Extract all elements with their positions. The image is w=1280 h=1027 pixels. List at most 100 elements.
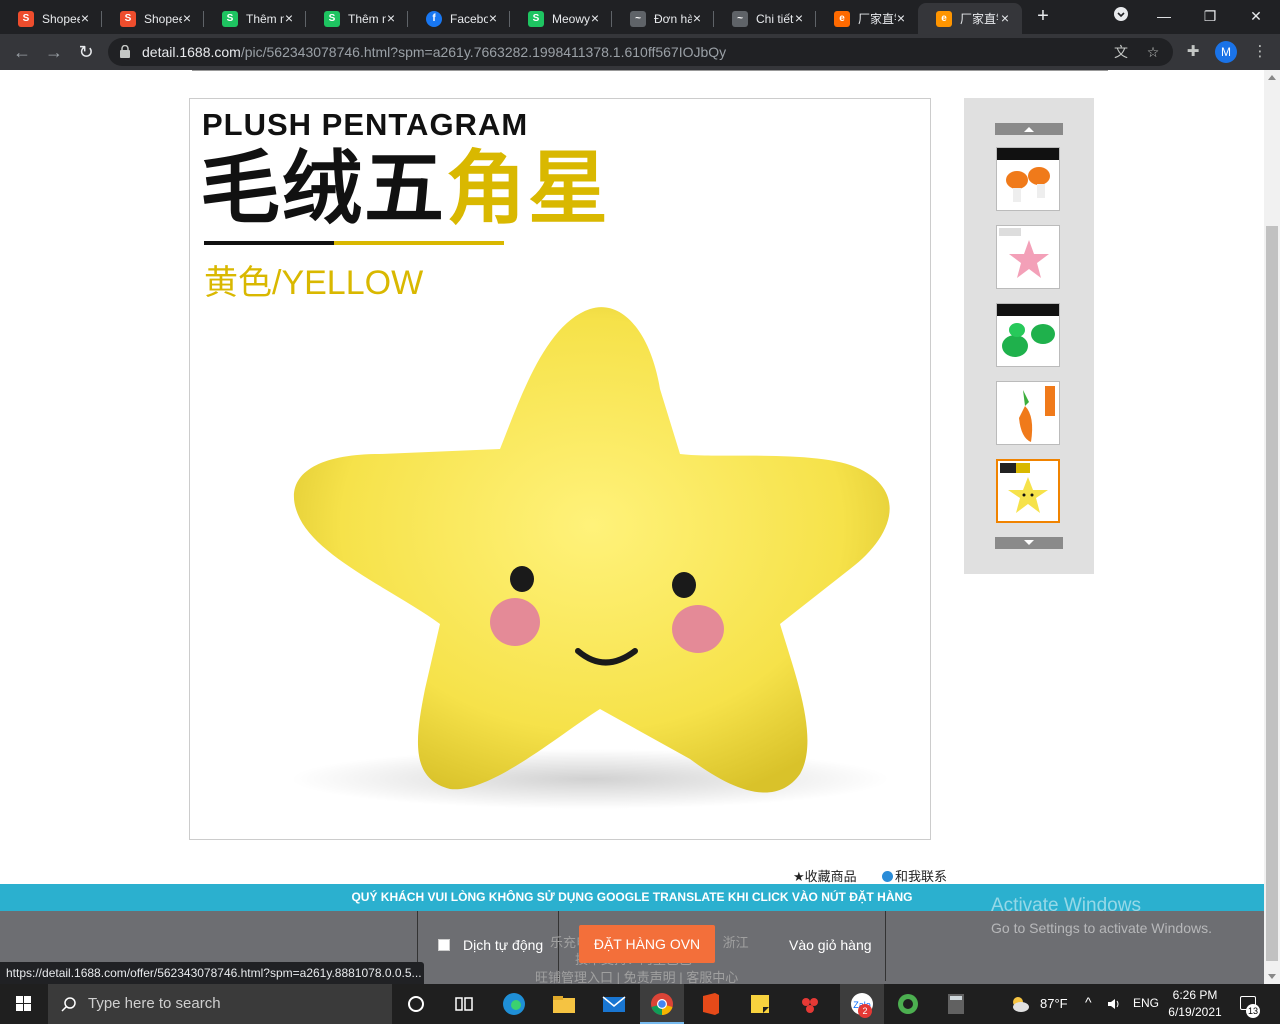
tab-title: Shopee — [144, 11, 182, 26]
address-bar[interactable]: detail.1688.com/pic/562343078746.html?sp… — [108, 38, 1173, 66]
profile-avatar[interactable]: M — [1215, 41, 1237, 63]
order-button[interactable]: ĐẶT HÀNG OVN — [579, 925, 715, 963]
tray-chevron-icon[interactable]: ^ — [1085, 994, 1092, 1010]
chat-badge: 2 — [858, 1004, 872, 1018]
divider — [885, 911, 886, 981]
window-close-button[interactable]: ✕ — [1245, 6, 1267, 26]
tab-search-icon[interactable] — [1110, 6, 1132, 26]
tab-8[interactable]: e 厂家直销 × — [816, 3, 918, 34]
extensions-puzzle-icon[interactable]: ✚ — [1184, 43, 1202, 61]
cortana-icon[interactable] — [402, 990, 430, 1018]
product-title-cn: 毛绒五角星 — [200, 144, 610, 233]
close-icon[interactable]: × — [998, 11, 1012, 25]
tab-1[interactable]: S Shopee × — [102, 3, 204, 34]
reload-icon[interactable]: ↻ — [76, 42, 96, 62]
plush-star-illustration — [290, 307, 890, 809]
coccoc-icon[interactable] — [894, 990, 922, 1018]
close-icon[interactable]: × — [690, 11, 704, 25]
close-icon[interactable]: × — [384, 11, 398, 25]
office-icon[interactable] — [697, 990, 725, 1018]
main-product-image[interactable]: PLUSH PENTAGRAM 毛绒五角星 黄色/YELLOW — [189, 98, 931, 840]
tab-title: Chi tiết — [756, 11, 794, 26]
tab-title: Meowy — [552, 11, 590, 26]
activate-windows-title: Activate Windows — [991, 895, 1141, 916]
weather-cloud-icon — [1013, 997, 1029, 1012]
start-button[interactable] — [0, 984, 48, 1024]
menu-kebab-icon[interactable]: ⋮ — [1251, 43, 1269, 61]
thumbnail-pink-star[interactable] — [996, 225, 1060, 289]
thumbnail-chicken-leg[interactable] — [996, 147, 1060, 211]
edge-icon[interactable] — [500, 990, 528, 1018]
restore-button[interactable]: ❐ — [1199, 6, 1221, 26]
thumb-scroll-up-button[interactable] — [995, 123, 1063, 135]
notification-count: 13 — [1246, 1004, 1260, 1018]
close-icon[interactable]: × — [180, 11, 194, 25]
tab-0[interactable]: S Shopee × — [0, 3, 102, 34]
activate-windows-subtitle: Go to Settings to activate Windows. — [991, 920, 1212, 936]
new-tab-button[interactable]: + — [1033, 6, 1053, 26]
task-view-icon[interactable] — [450, 990, 478, 1018]
close-icon[interactable]: × — [792, 11, 806, 25]
facebook-icon: f — [426, 10, 442, 27]
system-clock[interactable]: 6:26 PM 6/19/2021 — [1160, 987, 1230, 1021]
thumbnail-panel — [964, 98, 1094, 574]
file-explorer-icon[interactable] — [550, 990, 578, 1018]
search-icon — [61, 997, 76, 1012]
tab-3[interactable]: S Thêm mới × — [306, 3, 408, 34]
chrome-taskbar-active[interactable] — [640, 984, 684, 1024]
zalo-taskbar[interactable]: Zalo 2 — [840, 984, 884, 1024]
thumb-scroll-down-button[interactable] — [995, 537, 1063, 549]
speaker-icon[interactable] — [1106, 996, 1122, 1012]
calculator-icon[interactable] — [942, 990, 970, 1018]
contact-link[interactable]: 和我联系 — [882, 866, 947, 885]
auto-translate-label: Dịch tự động — [463, 937, 544, 953]
close-icon[interactable]: × — [894, 11, 908, 25]
scroll-up-icon[interactable] — [1268, 74, 1276, 80]
translate-icon[interactable]: 文 — [1112, 43, 1130, 61]
truck-icon: ~ — [732, 10, 748, 27]
shopee-icon: S — [120, 10, 136, 27]
sapo-icon: S — [324, 10, 340, 27]
thumbnail-green-watermelon[interactable] — [996, 303, 1060, 367]
app-icon[interactable] — [796, 990, 824, 1018]
auto-translate-checkbox[interactable] — [438, 939, 450, 951]
vertical-scrollbar[interactable] — [1264, 70, 1280, 984]
close-icon[interactable]: × — [282, 11, 296, 25]
back-icon[interactable]: ← — [12, 42, 32, 62]
minimize-button[interactable]: — — [1153, 6, 1175, 26]
sticky-notes-icon[interactable] — [746, 990, 774, 1018]
product-title-en: PLUSH PENTAGRAM — [202, 107, 529, 142]
thumbnail-carrot[interactable] — [996, 381, 1060, 445]
chrome-icon — [651, 993, 673, 1015]
status-bar-url: https://detail.1688.com/offer/5623430787… — [0, 962, 424, 984]
truck-icon: ~ — [630, 10, 646, 27]
shopee-icon: S — [18, 10, 34, 27]
tab-9-active[interactable]: e 厂家直销 × — [918, 3, 1022, 34]
scroll-down-icon[interactable] — [1268, 974, 1276, 980]
close-icon[interactable]: × — [486, 11, 500, 25]
tab-2[interactable]: S Thêm mới × — [204, 3, 306, 34]
bookmark-star-icon[interactable]: ☆ — [1144, 43, 1162, 61]
close-icon[interactable]: × — [78, 11, 92, 25]
thumbnail-yellow-star-selected[interactable] — [996, 459, 1060, 523]
tab-title: 厂家直销 — [960, 12, 998, 26]
wangwang-icon — [882, 871, 893, 882]
tab-7[interactable]: ~ Chi tiết × — [714, 3, 816, 34]
favorite-link[interactable]: ★收藏商品 — [793, 866, 857, 885]
tab-5[interactable]: S Meowy × — [510, 3, 612, 34]
forward-icon[interactable]: → — [44, 42, 64, 62]
tab-strip: S Shopee × S Shopee × S Thêm mới × S Thê… — [0, 0, 1280, 34]
search-placeholder: Type here to search — [88, 995, 221, 1012]
taskbar-search-box[interactable]: Type here to search — [48, 984, 392, 1024]
language-indicator[interactable]: ENG — [1133, 996, 1159, 1010]
tab-title: Thêm mới — [246, 11, 284, 26]
mail-icon[interactable] — [600, 990, 628, 1018]
1688-icon: e — [834, 10, 850, 27]
tab-6[interactable]: ~ Đơn hàng × — [612, 3, 714, 34]
browser-toolbar: ← → ↻ detail.1688.com/pic/562343078746.h… — [0, 34, 1280, 70]
tab-title: Thêm mới — [348, 11, 386, 26]
scrollbar-thumb[interactable] — [1266, 226, 1278, 961]
add-to-cart-link[interactable]: Vào giỏ hàng — [789, 937, 872, 953]
tab-4[interactable]: f Facebook × — [408, 3, 510, 34]
close-icon[interactable]: × — [588, 11, 602, 25]
